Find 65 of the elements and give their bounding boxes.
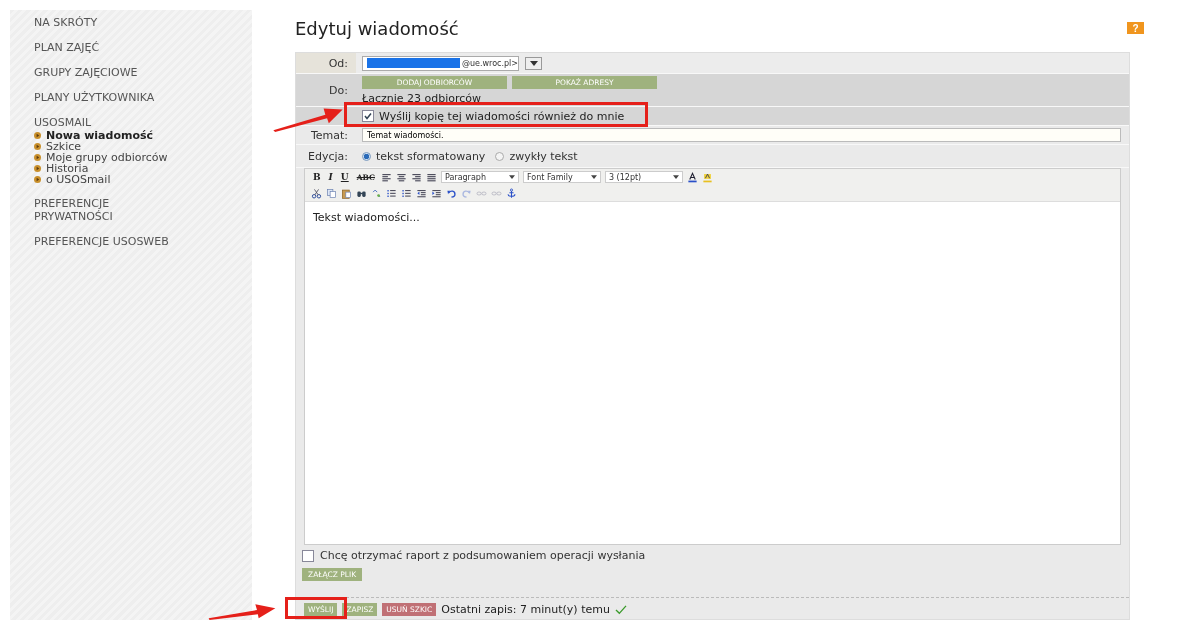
align-center-icon[interactable]	[395, 171, 407, 183]
format-button[interactable]: I	[326, 172, 335, 182]
copy-icon[interactable]	[326, 187, 337, 199]
format-select[interactable]: 3 (12pt)	[604, 171, 683, 183]
caret-icon	[590, 175, 597, 179]
save-status: Ostatni zapis: 7 minut(y) temu	[441, 603, 610, 616]
highlight-icon[interactable]	[701, 171, 713, 183]
justify-icon[interactable]	[425, 171, 437, 183]
field-label: Edycja:	[307, 149, 349, 163]
align-left-icon[interactable]	[380, 171, 392, 183]
highlight-frame	[285, 597, 347, 619]
bullet-icon	[34, 132, 41, 139]
recipient-count: Łącznie 23 odbiorców	[362, 91, 482, 105]
subject-field[interactable]: Temat wiadomości.	[362, 128, 1121, 142]
radio-button[interactable]	[362, 151, 371, 161]
checkmark-icon	[614, 604, 627, 615]
bullet-icon	[34, 143, 41, 150]
bullet-list-icon[interactable]	[386, 187, 397, 199]
sidebar-subitem[interactable]: Nowa wiadomość	[46, 130, 154, 141]
sidebar-subitem[interactable]: Historia	[46, 163, 89, 174]
arrow-icon	[272, 106, 344, 132]
sidebar-item[interactable]: GRUPY ZAJĘCIOWE	[34, 66, 184, 79]
field-label: Do:	[328, 83, 349, 97]
radio-label: tekst sformatowany	[376, 149, 486, 163]
caret-icon	[508, 175, 515, 179]
sidebar-item[interactable]: NA SKRÓTY	[34, 16, 184, 29]
message-text: Tekst wiadomości...	[313, 211, 420, 224]
bullet-icon	[34, 176, 41, 183]
page-title: Edytuj wiadomość	[295, 17, 459, 39]
bullet-icon	[34, 165, 41, 172]
checkbox-label: Wyślij kopię tej wiadomości również do mnie	[379, 109, 625, 123]
sidebar-item[interactable]: USOSMAIL	[34, 116, 184, 129]
field-label: Temat:	[309, 128, 349, 142]
dropdown-button[interactable]	[525, 56, 542, 70]
sidebar-item[interactable]: PLAN ZAJĘĆ	[34, 41, 184, 54]
format-button[interactable]: B	[311, 172, 323, 182]
radio-label: zwykły tekst	[509, 149, 578, 163]
caret-icon	[529, 60, 538, 66]
numbered-list-icon[interactable]	[401, 187, 412, 199]
indent-icon[interactable]	[431, 187, 442, 199]
message-body[interactable]: Tekst wiadomości...	[305, 201, 1120, 544]
outdent-icon[interactable]	[416, 187, 427, 199]
cut-icon[interactable]	[311, 187, 322, 199]
format-button[interactable]: U	[338, 172, 351, 182]
undo-icon[interactable]	[446, 187, 457, 199]
sidebar-subitem[interactable]: Moje grupy odbiorców	[46, 152, 168, 163]
format-select[interactable]: Paragraph	[440, 171, 519, 183]
font-color-icon[interactable]	[686, 171, 698, 183]
checkbox[interactable]	[302, 549, 314, 562]
bullet-icon	[34, 154, 41, 161]
radio-button[interactable]	[495, 151, 505, 161]
sender-select[interactable]: @ue.wroc.pl>	[362, 55, 519, 71]
caret-icon	[672, 175, 679, 179]
checkbox[interactable]	[362, 110, 374, 122]
sidebar-subitem[interactable]: Szkice	[46, 141, 81, 152]
sidebar-subitem[interactable]: o USOSmail	[46, 174, 111, 185]
field-label: Od:	[296, 53, 356, 73]
sidebar-item[interactable]: PLANY UŻYTKOWNIKA	[34, 91, 184, 104]
sidebar-item[interactable]: PREFERENCJE USOSWEB	[34, 235, 184, 248]
anchor-icon[interactable]	[506, 187, 517, 199]
checkbox-label: Chcę otrzymać raport z podsumowaniem operacji wysłania	[320, 549, 646, 562]
format-select[interactable]: Font Family	[522, 171, 601, 183]
paste-icon[interactable]	[341, 187, 352, 199]
sidebar-item[interactable]: PREFERENCJE PRYWATNOŚCI	[34, 197, 184, 223]
align-right-icon[interactable]	[410, 171, 422, 183]
